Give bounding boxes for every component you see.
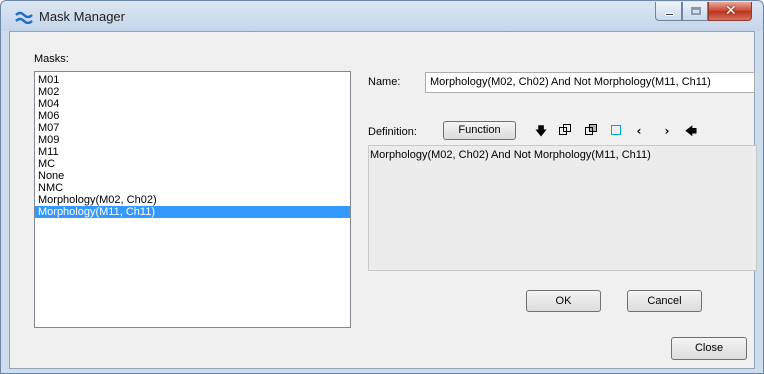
- close-paren-icon[interactable]: ›: [660, 124, 674, 138]
- masks-label: Masks:: [34, 53, 69, 65]
- empty-square-icon[interactable]: [609, 124, 623, 138]
- cancel-button[interactable]: Cancel: [627, 290, 702, 312]
- mask-list-item[interactable]: Morphology(M11, Ch11): [35, 206, 350, 218]
- function-button[interactable]: Function: [443, 121, 516, 140]
- minimize-button[interactable]: [655, 2, 682, 21]
- open-paren-icon[interactable]: ‹: [632, 124, 646, 138]
- close-icon: ✕: [725, 3, 737, 19]
- mask-list-item[interactable]: M04: [35, 98, 350, 110]
- title-bar[interactable]: Mask Manager ✕: [1, 1, 763, 31]
- mask-list-item[interactable]: M09: [35, 134, 350, 146]
- intersection-icon[interactable]: [584, 124, 598, 138]
- ok-button[interactable]: OK: [526, 290, 601, 312]
- definition-label: Definition:: [368, 126, 417, 138]
- dialog-body: Masks: M01 M02 M04 M06 M07 M09 M11 MC None NMC Mor…: [9, 31, 757, 369]
- left-arrow-icon[interactable]: 🡄: [684, 124, 698, 138]
- wave-icon: [15, 11, 33, 24]
- mask-list-item[interactable]: M06: [35, 110, 350, 122]
- definition-text-area[interactable]: Morphology(M02, Ch02) And Not Morphology…: [368, 145, 757, 271]
- mask-list-item[interactable]: NMC: [35, 182, 350, 194]
- mask-list-item[interactable]: M07: [35, 122, 350, 134]
- maximize-icon: [691, 7, 701, 15]
- mask-list-item[interactable]: M02: [35, 86, 350, 98]
- mask-list-item[interactable]: MC: [35, 158, 350, 170]
- minimize-icon: [665, 13, 674, 16]
- maximize-button[interactable]: [682, 2, 708, 21]
- down-arrow-icon[interactable]: 🡇: [534, 124, 548, 138]
- mask-list-item[interactable]: M01: [35, 74, 350, 86]
- window-close-button[interactable]: ✕: [708, 2, 752, 21]
- name-input[interactable]: Morphology(M02, Ch02) And Not Morphology…: [425, 72, 755, 93]
- name-label: Name:: [368, 76, 401, 88]
- window-title: Mask Manager: [39, 9, 125, 24]
- mask-list-item[interactable]: M11: [35, 146, 350, 158]
- mask-list-item[interactable]: Morphology(M02, Ch02): [35, 194, 350, 206]
- union-icon[interactable]: [558, 124, 572, 138]
- masks-list-items: M01 M02 M04 M06 M07 M09 M11 MC None NMC Morphology…: [35, 72, 350, 218]
- close-button[interactable]: Close: [671, 337, 747, 360]
- mask-manager-window: Mask Manager ✕ Masks: M01 M02 M04 M06 M07 M09…: [0, 0, 764, 374]
- masks-list[interactable]: M01 M02 M04 M06 M07 M09 M11 MC None NMC Morphology…: [34, 71, 351, 328]
- mask-list-item[interactable]: None: [35, 170, 350, 182]
